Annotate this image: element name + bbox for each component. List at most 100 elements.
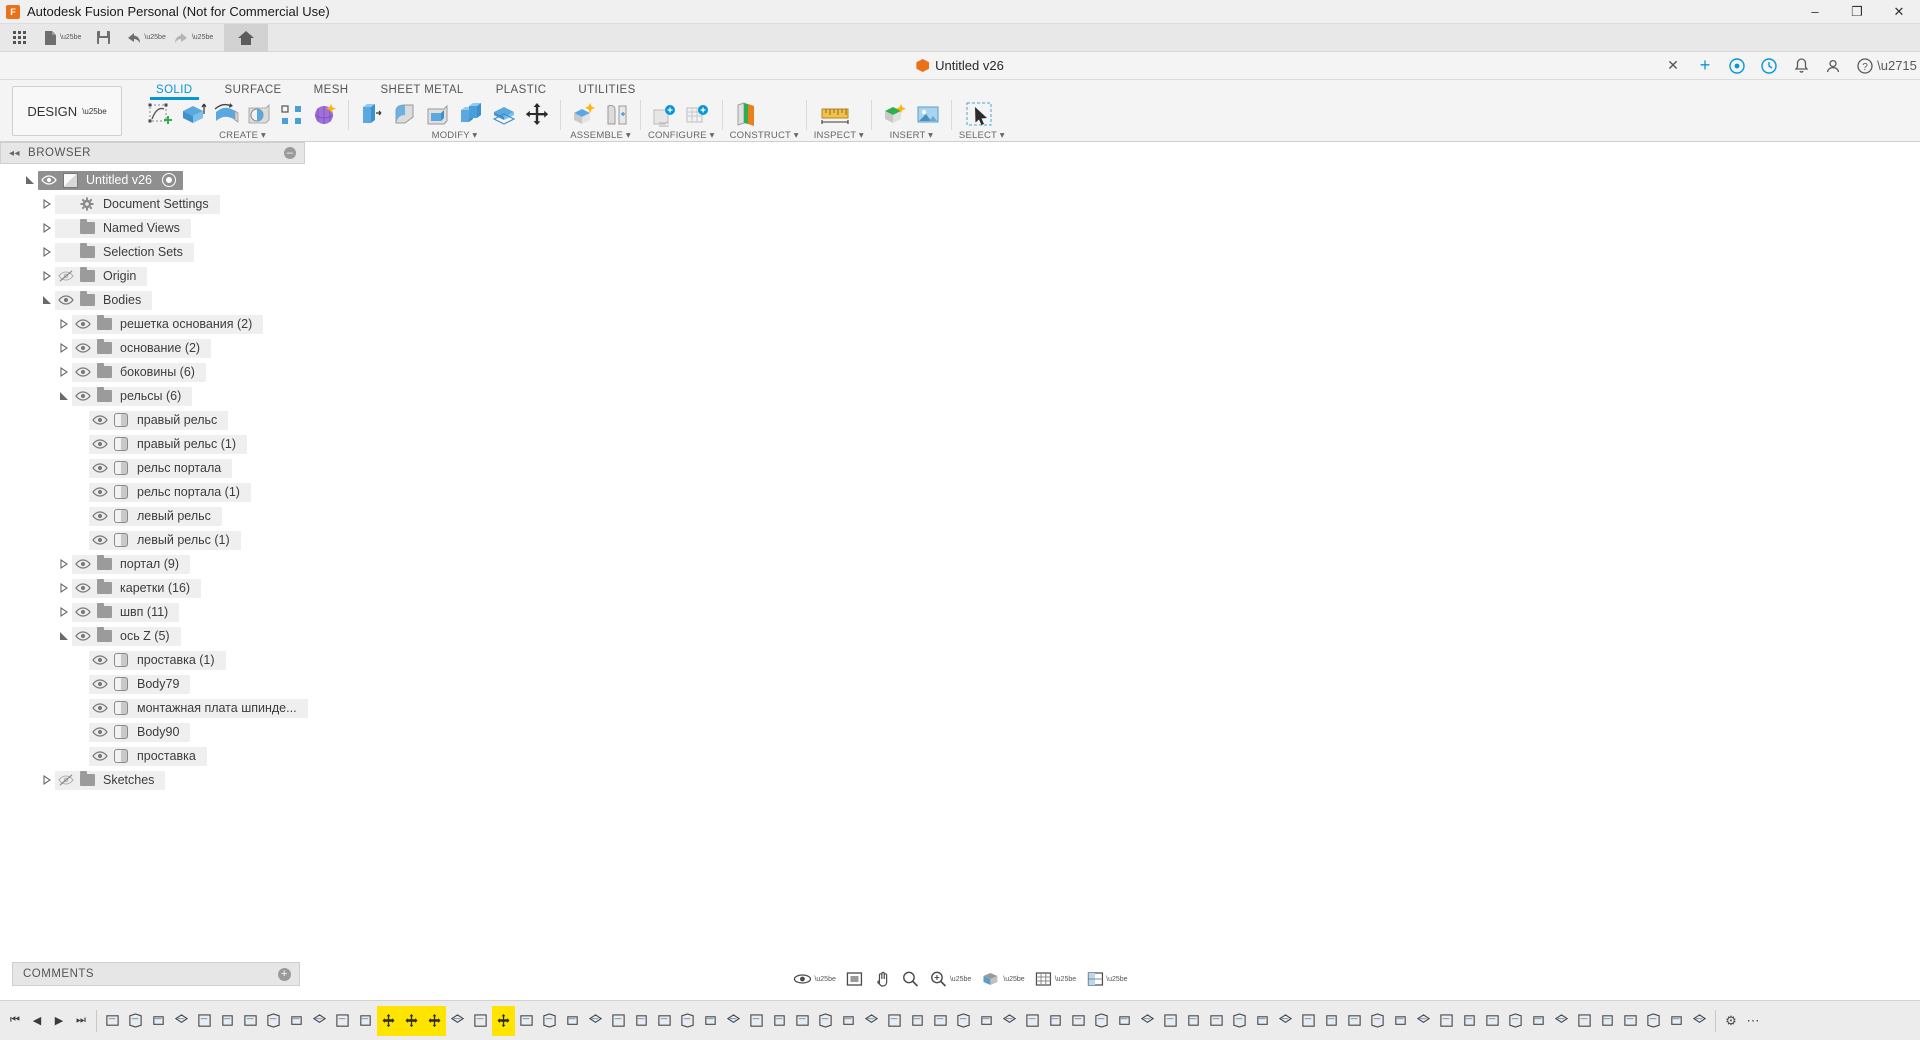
timeline-feature[interactable] <box>377 1005 400 1036</box>
visibility-toggle[interactable] <box>55 267 77 286</box>
visibility-toggle[interactable] <box>89 459 111 478</box>
timeline-feature[interactable] <box>814 1006 837 1036</box>
move-copy-tool[interactable] <box>521 100 553 130</box>
shell-tool[interactable] <box>422 100 454 130</box>
timeline-feature[interactable] <box>101 1006 124 1036</box>
tab-solid[interactable]: SOLID <box>140 80 209 100</box>
look-at-tool[interactable] <box>842 967 868 991</box>
timeline-first-button[interactable]: ⏮ <box>4 1006 26 1036</box>
timeline-feature[interactable] <box>1021 1006 1044 1036</box>
tree-toggle-arrow[interactable] <box>73 435 89 454</box>
timeline-feature[interactable] <box>1044 1006 1067 1036</box>
viewports-tool[interactable]: \u25be <box>1082 967 1131 991</box>
timeline-feature[interactable] <box>1067 1006 1090 1036</box>
tree-toggle-arrow[interactable] <box>56 603 72 622</box>
timeline-feature[interactable] <box>400 1005 423 1036</box>
visibility-toggle[interactable] <box>55 195 77 214</box>
timeline-feature[interactable] <box>1090 1006 1113 1036</box>
timeline-feature[interactable] <box>216 1006 239 1036</box>
fillet-tool[interactable] <box>389 100 421 130</box>
panel-close-icon[interactable]: \u2715 <box>1877 57 1917 75</box>
tree-row[interactable]: решетка основания (2) <box>0 312 305 336</box>
tree-toggle-arrow[interactable] <box>56 363 72 382</box>
tree-row[interactable]: каретки (16) <box>0 576 305 600</box>
timeline-feature[interactable] <box>998 1006 1021 1036</box>
tree-toggle-arrow[interactable] <box>56 387 72 406</box>
zoom-tool[interactable] <box>898 967 924 991</box>
timeline-feature[interactable] <box>952 1006 975 1036</box>
fit-tool[interactable]: \u25be <box>926 967 975 991</box>
insert-derive-tool[interactable] <box>879 100 911 130</box>
timeline-feature[interactable] <box>561 1006 584 1036</box>
tree-toggle-arrow[interactable] <box>56 339 72 358</box>
tree-row[interactable]: правый рельс (1) <box>0 432 305 456</box>
visibility-toggle[interactable] <box>72 339 94 358</box>
create-panel-label[interactable]: CREATE ▾ <box>144 130 341 142</box>
visibility-toggle[interactable] <box>72 579 94 598</box>
tree-toggle-arrow[interactable] <box>39 219 55 238</box>
view-cube[interactable]: FRONT RIGHT Z <box>1752 160 1872 270</box>
offset-face-tool[interactable] <box>488 100 520 130</box>
timeline-feature[interactable] <box>331 1006 354 1036</box>
tree-toggle-arrow[interactable] <box>73 699 89 718</box>
recent-icon[interactable] <box>1760 57 1778 75</box>
tree-toggle-arrow[interactable] <box>73 531 89 550</box>
timeline-feature[interactable] <box>607 1006 630 1036</box>
tree-toggle-arrow[interactable] <box>73 459 89 478</box>
notifications-icon[interactable] <box>1792 57 1810 75</box>
timeline-feature[interactable] <box>975 1006 998 1036</box>
combine-tool[interactable] <box>455 100 487 130</box>
timeline-feature[interactable] <box>1504 1006 1527 1036</box>
select-tool[interactable] <box>959 100 1001 130</box>
timeline-feature[interactable] <box>1688 1006 1711 1036</box>
tree-row[interactable]: проставка <box>0 744 305 768</box>
minimize-browser-icon[interactable]: – <box>284 147 296 159</box>
timeline-feature[interactable] <box>1435 1006 1458 1036</box>
timeline-feature[interactable] <box>492 1005 515 1036</box>
timeline-feature[interactable] <box>630 1006 653 1036</box>
timeline-settings-button[interactable]: ⚙ <box>1720 1006 1742 1036</box>
activate-component-radio[interactable] <box>162 173 177 187</box>
tree-toggle-arrow[interactable] <box>39 291 55 310</box>
timeline-feature[interactable] <box>1596 1006 1619 1036</box>
tree-toggle-arrow[interactable] <box>73 675 89 694</box>
redo-button[interactable]: \u25be <box>173 25 213 51</box>
timeline-prev-button[interactable]: ◀ <box>26 1006 48 1036</box>
tree-toggle-arrow[interactable] <box>39 195 55 214</box>
home-button[interactable] <box>224 23 269 52</box>
timeline-feature[interactable] <box>906 1006 929 1036</box>
timeline-play-button[interactable]: ▶ <box>48 1006 70 1036</box>
sweep-tool[interactable] <box>243 100 275 130</box>
modify-panel-label[interactable]: MODIFY ▾ <box>356 130 553 142</box>
timeline-feature[interactable] <box>1320 1006 1343 1036</box>
app-grid-button[interactable] <box>6 25 32 51</box>
visibility-toggle[interactable] <box>89 483 111 502</box>
document-tab-untitled[interactable]: Untitled v26 <box>906 52 1014 80</box>
tree-toggle-arrow[interactable] <box>73 411 89 430</box>
timeline-feature[interactable] <box>768 1006 791 1036</box>
tree-row[interactable]: боковины (6) <box>0 360 305 384</box>
timeline-feature[interactable] <box>1642 1006 1665 1036</box>
configuration-table-tool[interactable] <box>681 100 713 130</box>
tree-row[interactable]: проставка (1) <box>0 648 305 672</box>
extrude-tool[interactable] <box>177 100 209 130</box>
tree-toggle-arrow[interactable] <box>73 507 89 526</box>
tree-toggle-arrow[interactable] <box>56 555 72 574</box>
tree-row[interactable]: левый рельс (1) <box>0 528 305 552</box>
timeline-feature[interactable] <box>354 1006 377 1036</box>
visibility-toggle[interactable] <box>89 699 111 718</box>
timeline-feature[interactable] <box>929 1006 952 1036</box>
tree-row[interactable]: правый рельс <box>0 408 305 432</box>
insert-canvas-tool[interactable] <box>912 100 944 130</box>
timeline-feature[interactable] <box>1665 1006 1688 1036</box>
workspace-selector[interactable]: DESIGN \u25be <box>12 86 122 136</box>
timeline-last-button[interactable]: ⏭ <box>70 1006 92 1036</box>
tree-row[interactable]: Untitled v26 <box>0 168 305 192</box>
visibility-toggle[interactable] <box>55 771 77 790</box>
measure-tool[interactable] <box>814 100 856 130</box>
inspect-panel-label[interactable]: INSPECT ▾ <box>814 130 864 142</box>
tree-toggle-arrow[interactable] <box>22 171 38 190</box>
visibility-toggle[interactable] <box>72 603 94 622</box>
visibility-toggle[interactable] <box>89 507 111 526</box>
timeline-feature[interactable] <box>1228 1006 1251 1036</box>
